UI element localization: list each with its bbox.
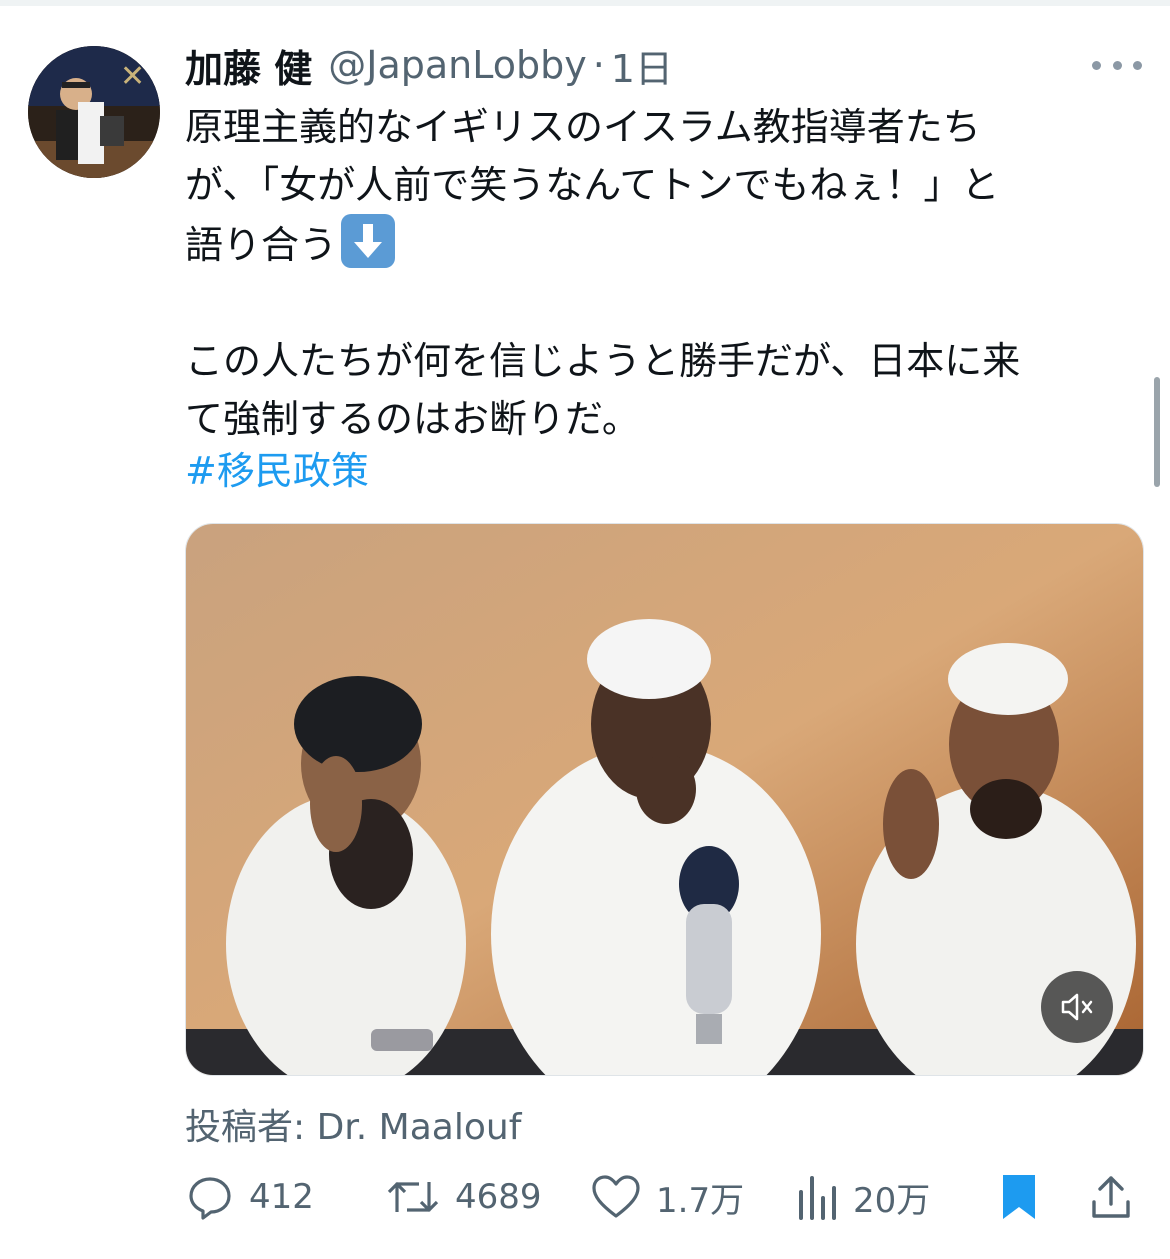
mute-button[interactable]: [1041, 971, 1113, 1043]
bar-chart-icon: [799, 1176, 836, 1220]
heart-icon: [592, 1175, 640, 1218]
tweet-text: 原理主義的なイギリスのイスラム教指導者たち が、「女が人前で笑うなんてトンでもね…: [185, 98, 1135, 448]
share-icon: [1092, 1176, 1130, 1218]
like-count: 1.7万: [656, 1180, 745, 1221]
tweet-text-part1: 原理主義的なイギリスのイスラム教指導者たち が、「女が人前で笑うなんてトンでもね…: [185, 105, 1000, 267]
view-count: 20万: [853, 1180, 931, 1221]
video-attribution[interactable]: 投稿者: Dr. Maalouf: [185, 1098, 521, 1150]
top-divider: [0, 0, 1170, 6]
svg-text:✕: ✕: [120, 59, 145, 94]
bookmark-button[interactable]: [997, 1165, 1041, 1229]
scrollbar[interactable]: [1154, 377, 1160, 487]
tweet-time[interactable]: 1日: [611, 38, 673, 93]
action-bar: 412 4689 1.7万 20万: [185, 1165, 1145, 1229]
tweet-header: 加藤 健 @JapanLobby · 1日: [185, 38, 673, 92]
more-options-icon[interactable]: [1092, 50, 1142, 80]
avatar[interactable]: ✕: [28, 46, 160, 178]
tweet-text-part2: この人たちが何を信じようと勝手だが、日本に来 て強制するのはお断りだ。: [185, 339, 1021, 441]
bookmark-icon: [1003, 1175, 1035, 1219]
separator-dot: ·: [592, 43, 605, 87]
speaker-muted-icon: [1061, 993, 1093, 1021]
reply-count: 412: [249, 1177, 314, 1217]
retweet-button[interactable]: 4689: [385, 1165, 542, 1229]
retweet-icon: [387, 1182, 439, 1212]
author-handle[interactable]: @JapanLobby: [328, 43, 586, 87]
share-button[interactable]: [1089, 1165, 1133, 1229]
like-button[interactable]: 1.7万: [590, 1165, 744, 1229]
video-media[interactable]: [185, 523, 1144, 1076]
views-button[interactable]: 20万: [795, 1165, 930, 1229]
retweet-count: 4689: [455, 1177, 542, 1217]
down-arrow-emoji: [341, 214, 396, 268]
author-name[interactable]: 加藤 健: [185, 38, 312, 93]
hashtag-link[interactable]: #移民政策: [185, 442, 369, 500]
reply-icon: [189, 1177, 231, 1220]
reply-button[interactable]: 412: [185, 1165, 314, 1229]
